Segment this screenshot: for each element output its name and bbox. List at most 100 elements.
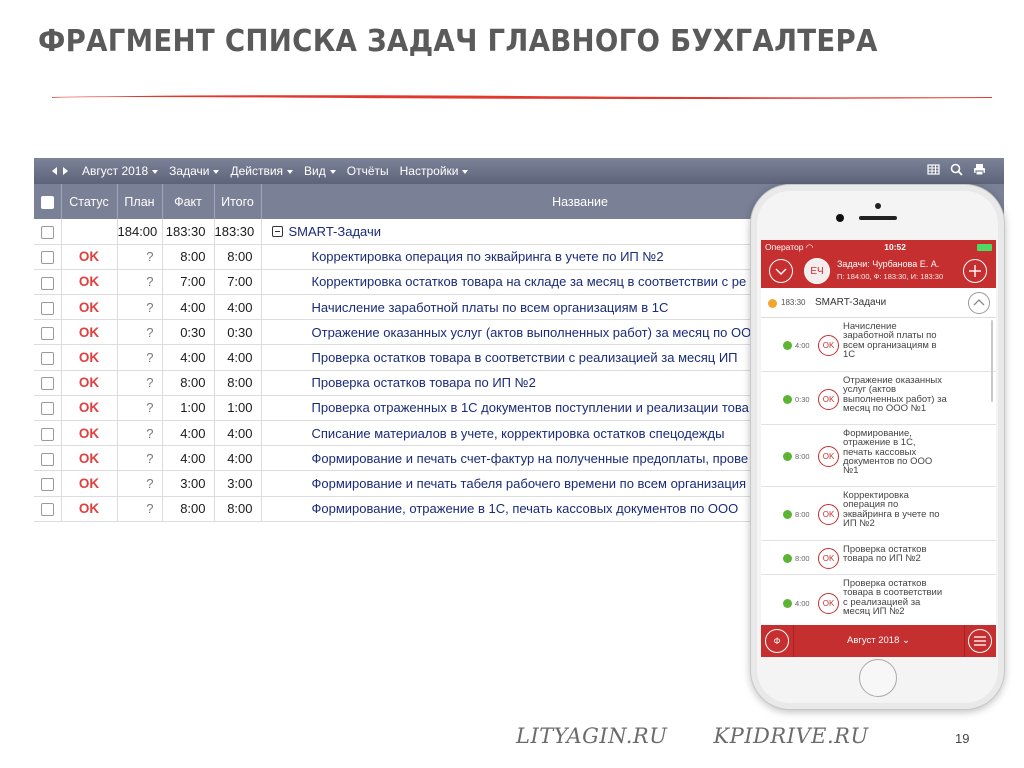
col-total-header[interactable]: Итого xyxy=(214,184,262,219)
item-text: Проверка остатков товара по ИП №2 xyxy=(843,544,927,565)
ok-button[interactable]: OK xyxy=(818,504,839,525)
ok-button[interactable]: OK xyxy=(818,335,839,356)
chevron-down-icon: ⌄ xyxy=(902,635,910,646)
list-item[interactable]: 8:00 OK Корректировка операция по эквайр… xyxy=(761,487,996,541)
ok-button[interactable]: OK xyxy=(818,389,839,410)
status-cell[interactable]: OK xyxy=(61,470,118,497)
scrollbar[interactable] xyxy=(991,320,993,402)
row-checkbox[interactable] xyxy=(40,326,54,340)
row-checkbox[interactable] xyxy=(40,225,54,239)
ok-button[interactable]: OK xyxy=(818,548,839,569)
row-checkbox[interactable] xyxy=(40,301,54,315)
row-checkbox[interactable] xyxy=(40,478,54,491)
collapse-group-button[interactable] xyxy=(968,292,990,314)
col-plan-header[interactable]: План xyxy=(117,184,163,219)
status-cell xyxy=(61,219,118,245)
plan-cell: ? xyxy=(117,269,163,296)
home-button[interactable] xyxy=(859,659,897,697)
search-icon[interactable] xyxy=(950,163,963,176)
item-text: Отражение оказанных услуг (актов выполне… xyxy=(843,375,947,414)
item-text: Начисление заработной платы по всем орга… xyxy=(843,321,937,360)
menu-settings[interactable]: Настройки xyxy=(400,164,469,178)
phone-footer: Ф Август 2018 ⌄ xyxy=(761,625,996,657)
row-checkbox-cell xyxy=(34,219,62,245)
collapse-button[interactable] xyxy=(769,259,793,283)
plan-cell: ? xyxy=(117,420,163,447)
status-cell[interactable]: OK xyxy=(61,244,118,270)
menu-tasks[interactable]: Задачи xyxy=(169,164,220,178)
print-icon[interactable] xyxy=(973,163,986,176)
status-dot-icon xyxy=(783,395,792,404)
status-cell[interactable]: OK xyxy=(61,395,118,422)
ok-button[interactable]: OK xyxy=(818,446,839,467)
phone-screen: Оператор ◠ 10:52 ЕЧ Задачи: Чурбанова Е.… xyxy=(761,240,996,657)
avatar[interactable]: ЕЧ xyxy=(804,258,830,284)
row-checkbox[interactable] xyxy=(40,377,54,391)
camera-icon xyxy=(875,203,881,209)
list-item[interactable]: 0:30 OK Отражение оказанных услуг (актов… xyxy=(761,372,996,425)
fact-cell: 4:00 xyxy=(162,420,215,447)
item-time: 8:00 xyxy=(795,554,810,563)
col-status-header[interactable]: Статус xyxy=(61,184,118,219)
total-cell: 4:00 xyxy=(214,344,262,371)
row-checkbox-cell xyxy=(34,370,62,396)
row-checkbox[interactable] xyxy=(40,276,54,290)
month-selector[interactable]: Август 2018 ⌄ xyxy=(761,635,996,646)
carrier-label: Оператор ◠ xyxy=(765,241,814,252)
row-checkbox[interactable] xyxy=(40,503,54,517)
list-item[interactable]: 4:00 OK Начисление заработной платы по в… xyxy=(761,318,996,372)
plan-cell: ? xyxy=(117,294,163,321)
group-label: SMART-Задачи xyxy=(815,297,887,308)
list-item[interactable]: 8:00 OK Формирование, отражение в 1С, пе… xyxy=(761,425,996,487)
plan-cell: ? xyxy=(117,344,163,371)
period-dropdown[interactable]: Август 2018 xyxy=(82,164,159,178)
menu-button[interactable] xyxy=(968,629,992,653)
total-cell: 8:00 xyxy=(214,370,262,396)
prev-period-icon[interactable] xyxy=(52,167,57,175)
footer-link-kpidrive[interactable]: KPIDRIVE.RU xyxy=(713,724,868,748)
status-cell[interactable]: OK xyxy=(61,294,118,321)
row-checkbox-cell xyxy=(34,244,62,270)
row-checkbox-cell xyxy=(34,395,62,422)
plan-cell: ? xyxy=(117,370,163,396)
footer-link-lityagin[interactable]: LITYAGIN.RU xyxy=(516,724,667,748)
list-item[interactable]: 8:00 OK Проверка остатков товара по ИП №… xyxy=(761,541,996,575)
status-cell[interactable]: OK xyxy=(61,269,118,296)
status-cell[interactable]: OK xyxy=(61,445,118,472)
status-cell[interactable]: OK xyxy=(61,370,118,396)
ok-button[interactable]: OK xyxy=(818,593,839,614)
row-checkbox[interactable] xyxy=(40,251,54,265)
plan-cell: 184:00 xyxy=(117,219,163,245)
plan-cell: ? xyxy=(117,395,163,422)
page-number: 19 xyxy=(955,731,970,746)
row-checkbox[interactable] xyxy=(40,352,54,366)
status-cell[interactable]: OK xyxy=(61,319,118,346)
wifi-icon: ◠ xyxy=(805,241,814,252)
status-cell[interactable]: OK xyxy=(61,496,118,522)
clock: 10:52 xyxy=(884,242,906,252)
menu-view[interactable]: Вид xyxy=(304,164,336,178)
chevron-down-icon xyxy=(462,169,469,174)
add-task-button[interactable] xyxy=(963,259,987,283)
next-period-icon[interactable] xyxy=(63,167,68,175)
menu-reports[interactable]: Отчёты xyxy=(347,164,389,178)
row-checkbox-cell xyxy=(34,470,62,497)
status-cell[interactable]: OK xyxy=(61,344,118,371)
col-fact-header[interactable]: Факт xyxy=(162,184,215,219)
select-all-checkbox[interactable] xyxy=(40,195,54,209)
fact-cell: 4:00 xyxy=(162,445,215,472)
status-cell[interactable]: OK xyxy=(61,420,118,447)
total-cell: 4:00 xyxy=(214,445,262,472)
phone-group-row[interactable]: 183:30 SMART-Задачи xyxy=(761,288,996,318)
item-time: 8:00 xyxy=(795,510,810,519)
collapse-icon[interactable] xyxy=(271,225,283,237)
menu-actions[interactable]: Действия xyxy=(230,164,294,178)
row-checkbox[interactable] xyxy=(40,402,54,416)
fact-cell: 4:00 xyxy=(162,344,215,371)
grid-icon[interactable] xyxy=(927,163,940,176)
row-checkbox[interactable] xyxy=(40,427,54,441)
phone-header-title: Задачи: Чурбанова Е. А. xyxy=(837,259,940,269)
total-cell: 4:00 xyxy=(214,294,262,321)
toolbar: Август 2018 Задачи Действия Вид Отчёты Н… xyxy=(34,158,1004,184)
row-checkbox[interactable] xyxy=(40,452,54,466)
